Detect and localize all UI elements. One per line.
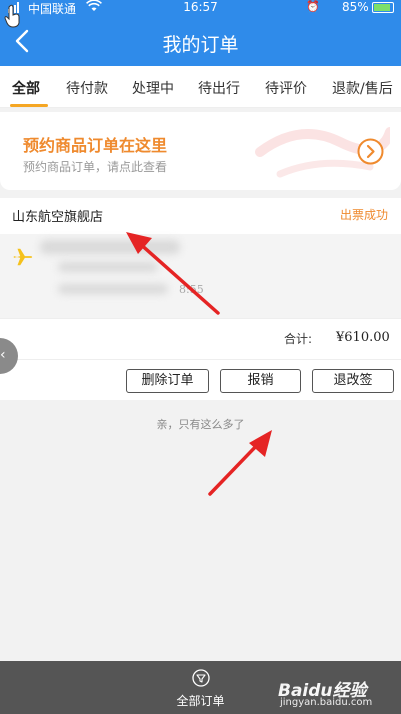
watermark-url: jingyan.baidu.com <box>280 697 373 708</box>
status-badge: 出票成功 <box>340 208 389 222</box>
banner-subtitle: 预约商品订单，请点此查看 <box>23 160 168 174</box>
blurred-flight-info <box>40 240 180 254</box>
banner-title: 预约商品订单在这里 <box>23 136 168 155</box>
tab-pending-travel[interactable]: 待出行 <box>198 78 240 98</box>
status-bar: 中国联通 16:57 ⏰ 85% <box>0 0 401 16</box>
airplane-icon <box>13 248 33 266</box>
order-tabs: 全部 待付款 处理中 待出行 待评价 退款/售后 <box>0 66 401 108</box>
reimburse-button[interactable]: 报销 <box>220 369 301 393</box>
shop-name[interactable]: 山东航空旗舰店 <box>12 206 103 225</box>
tab-processing[interactable]: 处理中 <box>132 78 174 98</box>
tab-pending-review[interactable]: 待评价 <box>265 78 307 98</box>
change-refund-button[interactable]: 退改签 <box>312 369 394 393</box>
delete-order-button[interactable]: 删除订单 <box>126 369 209 393</box>
active-tab-indicator <box>10 104 48 107</box>
arrowhead <box>249 430 272 457</box>
arrow-pointing-end-text <box>208 438 264 496</box>
end-of-list-text: 亲，只有这么多了 <box>156 418 245 431</box>
flight-time: 8:55 <box>179 283 204 296</box>
page-title: 我的订单 <box>162 34 239 56</box>
filter-icon[interactable] <box>192 669 210 687</box>
app-header: 中国联通 16:57 ⏰ 85% 我的订单 <box>0 0 401 66</box>
battery-icon <box>372 2 394 13</box>
total-label: 合计: <box>284 332 313 346</box>
tab-all[interactable]: 全部 <box>12 78 40 98</box>
alarm-icon: ⏰ <box>306 0 320 13</box>
clock: 16:57 <box>183 0 218 14</box>
reservation-orders-banner[interactable]: 预约商品订单在这里 预约商品订单，请点此查看 <box>0 112 401 190</box>
total-amount: ¥610.00 <box>336 330 390 345</box>
chevron-left-icon: ‹ <box>0 347 6 363</box>
tab-refund-aftersale[interactable]: 退款/售后 <box>332 78 393 98</box>
blurred-flight-info <box>58 284 168 294</box>
divider <box>0 318 401 319</box>
divider <box>0 359 401 360</box>
hand-pointer-icon <box>4 4 20 28</box>
tab-pending-payment[interactable]: 待付款 <box>66 78 108 98</box>
blurred-flight-info <box>58 262 158 272</box>
chevron-right-circle-icon[interactable] <box>357 138 384 165</box>
battery-percent: 85% <box>342 0 369 14</box>
